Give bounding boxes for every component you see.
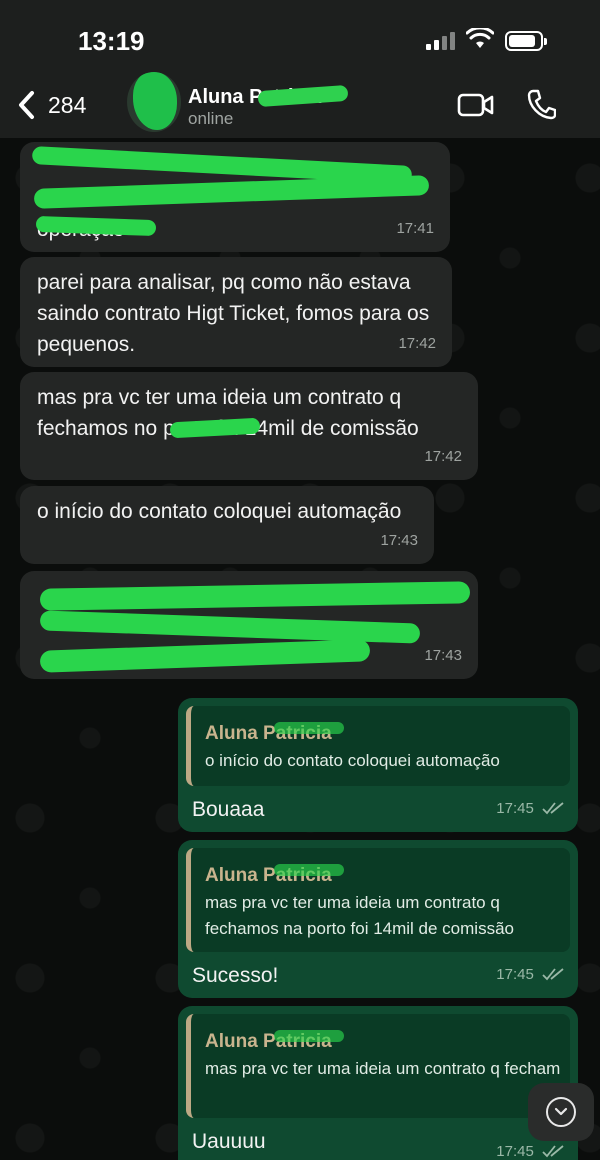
redaction-scribble (133, 72, 177, 130)
outgoing-message[interactable]: Aluna Patricia o início do contato coloq… (178, 698, 578, 832)
message-time: 17:43 (424, 647, 462, 664)
back-button[interactable]: 284 (16, 88, 86, 122)
message-text: parei para analisar, pq como não estava … (37, 271, 430, 356)
read-ticks-icon (542, 802, 564, 815)
incoming-message[interactable]: mas pra vc ter uma ideia um contrato q f… (20, 372, 478, 480)
message-text: Uauuuu (192, 1130, 266, 1153)
quoted-reply[interactable]: Aluna Patricia o início do contato coloq… (186, 706, 570, 786)
chevron-left-icon (19, 91, 34, 119)
message-text: o início do contato coloquei automação (37, 500, 402, 523)
incoming-message[interactable]: operação 17:41 (20, 142, 450, 252)
redaction-scribble (274, 1030, 344, 1042)
incoming-message[interactable]: o início do contato coloquei automação 1… (20, 486, 434, 564)
redaction-scribble (39, 610, 421, 644)
chevron-down-icon (546, 1097, 576, 1127)
message-time: 17:45 (496, 793, 564, 824)
quoted-text: o início do contato coloquei automação (205, 751, 500, 770)
outgoing-message[interactable]: Aluna Patricia mas pra vc ter uma ideia … (178, 840, 578, 998)
quoted-text: mas pra vc ter uma ideia um contrato q f… (205, 893, 514, 938)
message-text: mas pra vc ter uma ideia um contrato q f… (37, 386, 419, 440)
status-bar: 13:19 (0, 0, 600, 80)
message-time: 17:43 (380, 532, 418, 549)
redaction-scribble (274, 864, 344, 876)
incoming-message[interactable]: 17:43 (20, 571, 478, 679)
redaction-scribble (274, 722, 344, 734)
redaction-scribble (33, 175, 430, 209)
phone-call-icon[interactable] (526, 88, 556, 120)
incoming-message[interactable]: parei para analisar, pq como não estava … (20, 257, 452, 367)
redaction-scribble (39, 639, 371, 673)
signal-bars-icon (426, 32, 458, 50)
battery-icon (505, 31, 547, 51)
contact-status: online (188, 109, 234, 128)
read-ticks-icon (542, 1145, 564, 1158)
wifi-icon (466, 28, 494, 48)
quoted-text: mas pra vc ter uma ideia um contrato q f… (205, 1059, 560, 1078)
message-time: 17:42 (424, 448, 462, 465)
contact-avatar[interactable] (127, 72, 181, 132)
quoted-reply[interactable]: Aluna Patricia mas pra vc ter uma ideia … (186, 1014, 570, 1118)
scroll-to-bottom-button[interactable] (528, 1083, 594, 1141)
redaction-scribble (39, 581, 471, 611)
message-text: Sucesso! (192, 964, 279, 987)
message-time: 17:41 (396, 220, 434, 237)
message-time: 17:42 (398, 335, 436, 352)
read-ticks-icon (542, 968, 564, 981)
outgoing-message[interactable]: Aluna Patricia mas pra vc ter uma ideia … (178, 1006, 578, 1160)
message-text: Bouaaa (192, 798, 265, 821)
video-call-icon[interactable] (457, 92, 495, 118)
status-time: 13:19 (78, 26, 145, 56)
unread-count: 284 (48, 91, 87, 118)
chat-header: 13:19 284 Aluna Patricia online (0, 0, 600, 138)
chat-nav: 284 Aluna Patricia online (0, 72, 600, 138)
message-time: 17:45 (496, 959, 564, 990)
quoted-reply[interactable]: Aluna Patricia mas pra vc ter uma ideia … (186, 848, 570, 952)
